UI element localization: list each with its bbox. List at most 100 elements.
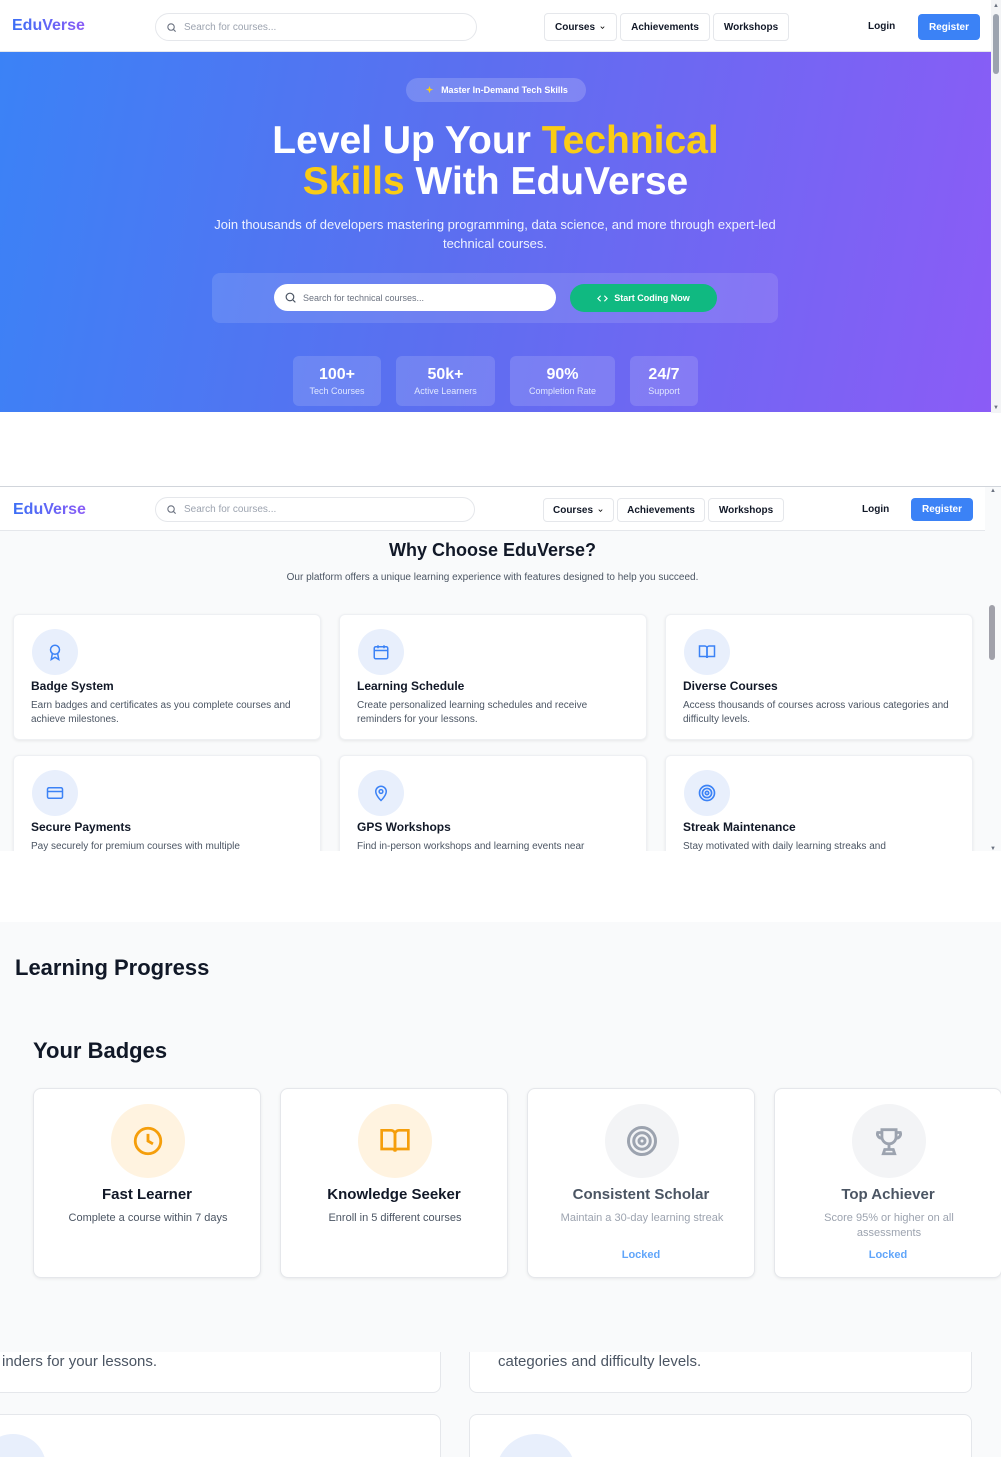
feature-card-secure-payments[interactable]: Secure Payments Pay securely for premium… bbox=[13, 755, 321, 851]
badge-card-knowledge-seeker[interactable]: Knowledge Seeker Enroll in 5 different c… bbox=[280, 1088, 508, 1278]
nav-search-input[interactable]: Search for courses... bbox=[155, 13, 477, 41]
hero-title-highlight2: Skills bbox=[302, 160, 405, 203]
hero-search-placeholder: Search for technical courses... bbox=[303, 292, 425, 303]
register-button[interactable]: Register bbox=[911, 498, 973, 521]
feature-desc: Earn badges and certificates as you comp… bbox=[31, 700, 291, 725]
chevron-down-icon bbox=[600, 25, 605, 29]
scroll-up-icon[interactable]: ▲ bbox=[989, 487, 997, 495]
stat-label: Tech Courses bbox=[309, 386, 365, 396]
courses-label: Courses bbox=[552, 504, 593, 516]
workshops-button[interactable]: Workshops bbox=[713, 13, 789, 41]
nav-search-input[interactable]: Search for courses... bbox=[155, 497, 475, 522]
badge-locked-status: Locked bbox=[868, 1249, 908, 1261]
feature-title: Streak Maintenance bbox=[683, 820, 796, 834]
feature-card-streak-maintenance[interactable]: Streak Maintenance Stay motivated with d… bbox=[665, 755, 973, 851]
scrollbar[interactable]: ▲ ▼ bbox=[991, 0, 1001, 413]
your-badges-title: Your Badges bbox=[33, 1038, 168, 1063]
chevron-down-icon bbox=[598, 508, 603, 512]
stat-value: 24/7 bbox=[648, 366, 680, 383]
search-icon bbox=[167, 22, 177, 32]
badge-card-fast-learner[interactable]: Fast Learner Complete a course within 7 … bbox=[33, 1088, 261, 1278]
zoomed-card-left-text: inders for your lessons. bbox=[2, 1353, 158, 1370]
target-icon bbox=[605, 1104, 679, 1178]
feature-card-gps-workshops[interactable]: GPS Workshops Find in-person workshops a… bbox=[339, 755, 647, 851]
achievements-button[interactable]: Achievements bbox=[617, 498, 705, 522]
feature-desc: Find in-person workshops and learning ev… bbox=[357, 841, 585, 851]
scroll-thumb[interactable] bbox=[993, 14, 999, 74]
code-icon bbox=[597, 294, 609, 302]
zoomed-features-screenshot: inders for your lessons. categories and … bbox=[0, 1352, 1001, 1457]
scroll-down-icon[interactable]: ▼ bbox=[989, 845, 997, 851]
logo[interactable]: EduVerse bbox=[13, 501, 86, 519]
hero-section: Master In-Demand Tech Skills Level Up Yo… bbox=[0, 52, 991, 412]
start-coding-button[interactable]: Start Coding Now bbox=[570, 284, 717, 312]
feature-desc: Create personalized learning schedules a… bbox=[357, 700, 588, 725]
scroll-down-icon[interactable]: ▼ bbox=[992, 404, 1000, 412]
feature-card-diverse-courses[interactable]: Diverse Courses Access thousands of cour… bbox=[665, 614, 973, 740]
feature-title: GPS Workshops bbox=[357, 820, 451, 834]
register-button[interactable]: Register bbox=[918, 14, 980, 40]
hero-title: Level Up Your Technical Skills With EduV… bbox=[0, 120, 991, 202]
features-subtitle: Our platform offers a unique learning ex… bbox=[286, 572, 699, 583]
features-screenshot: EduVerse Search for courses... Courses A… bbox=[0, 486, 1001, 851]
book-icon bbox=[684, 629, 730, 675]
learning-progress-title: Learning Progress bbox=[15, 955, 210, 980]
zoomed-card-left-lower bbox=[0, 1414, 441, 1457]
search-icon bbox=[285, 292, 296, 303]
nav-search-placeholder: Search for courses... bbox=[184, 504, 277, 515]
badges-screenshot: Learning Progress Your Badges Fast Learn… bbox=[0, 922, 1001, 1352]
hero-screenshot: EduVerse Search for courses... Courses A… bbox=[0, 0, 1001, 413]
target-icon bbox=[684, 770, 730, 816]
award-icon bbox=[32, 629, 78, 675]
credit-card-icon bbox=[32, 770, 78, 816]
sparkles-icon bbox=[425, 85, 434, 93]
workshops-button[interactable]: Workshops bbox=[708, 498, 784, 522]
feature-desc: Access thousands of courses across vario… bbox=[683, 700, 949, 725]
feature-title: Learning Schedule bbox=[357, 679, 465, 693]
navbar: EduVerse Search for courses... Courses A… bbox=[0, 0, 991, 52]
login-link[interactable]: Login bbox=[862, 504, 889, 515]
hero-search-input[interactable]: Search for technical courses... bbox=[274, 284, 556, 311]
features-title: Why Choose EduVerse? bbox=[388, 540, 597, 560]
badge-name: Knowledge Seeker bbox=[327, 1186, 461, 1203]
stat-value: 100+ bbox=[318, 366, 356, 383]
feature-card-learning-schedule[interactable]: Learning Schedule Create personalized le… bbox=[339, 614, 647, 740]
feature-card-badge-system[interactable]: Badge System Earn badges and certificate… bbox=[13, 614, 321, 740]
logo[interactable]: EduVerse bbox=[12, 17, 85, 35]
scroll-up-icon[interactable]: ▲ bbox=[992, 2, 1000, 10]
hero-title-part1: Level Up Your bbox=[272, 119, 542, 162]
search-icon bbox=[167, 505, 177, 515]
navbar: EduVerse Search for courses... Courses A… bbox=[0, 487, 985, 531]
feature-desc: Pay securely for premium courses with mu… bbox=[31, 841, 240, 851]
feature-title: Secure Payments bbox=[31, 820, 132, 834]
stat-value: 50k+ bbox=[427, 366, 464, 383]
start-coding-label: Start Coding Now bbox=[614, 293, 690, 303]
achievements-button[interactable]: Achievements bbox=[620, 13, 710, 41]
badge-desc: Complete a course within 7 days bbox=[68, 1212, 228, 1224]
zoomed-card-right-text: categories and difficulty levels. bbox=[498, 1353, 702, 1370]
hero-pill-label: Master In-Demand Tech Skills bbox=[441, 85, 568, 95]
stat-courses: 100+ Tech Courses bbox=[293, 356, 381, 406]
nav-search-placeholder: Search for courses... bbox=[184, 21, 277, 33]
stat-completion: 90% Completion Rate bbox=[510, 356, 615, 406]
hero-pill: Master In-Demand Tech Skills bbox=[406, 78, 586, 102]
feature-title: Badge System bbox=[31, 679, 114, 693]
stat-support: 24/7 Support bbox=[630, 356, 698, 406]
courses-dropdown[interactable]: Courses bbox=[543, 498, 614, 522]
login-link[interactable]: Login bbox=[868, 21, 895, 32]
scroll-thumb[interactable] bbox=[989, 605, 995, 660]
book-open-icon bbox=[358, 1104, 432, 1178]
badge-card-consistent-scholar[interactable]: Consistent Scholar Maintain a 30-day lea… bbox=[527, 1088, 755, 1278]
badge-desc: Score 95% or higher on all assessments bbox=[824, 1212, 954, 1239]
clock-icon bbox=[111, 1104, 185, 1178]
stat-label: Completion Rate bbox=[528, 386, 597, 396]
badge-desc: Maintain a 30-day learning streak bbox=[560, 1212, 724, 1224]
stat-learners: 50k+ Active Learners bbox=[396, 356, 495, 406]
badge-name: Fast Learner bbox=[101, 1186, 193, 1203]
badge-card-top-achiever[interactable]: Top Achiever Score 95% or higher on all … bbox=[774, 1088, 1001, 1278]
trophy-icon bbox=[852, 1104, 926, 1178]
courses-dropdown[interactable]: Courses bbox=[544, 13, 617, 41]
scrollbar[interactable]: ▲ ▼ bbox=[985, 487, 1001, 851]
map-pin-icon bbox=[358, 770, 404, 816]
feature-desc: Stay motivated with daily learning strea… bbox=[683, 841, 886, 851]
